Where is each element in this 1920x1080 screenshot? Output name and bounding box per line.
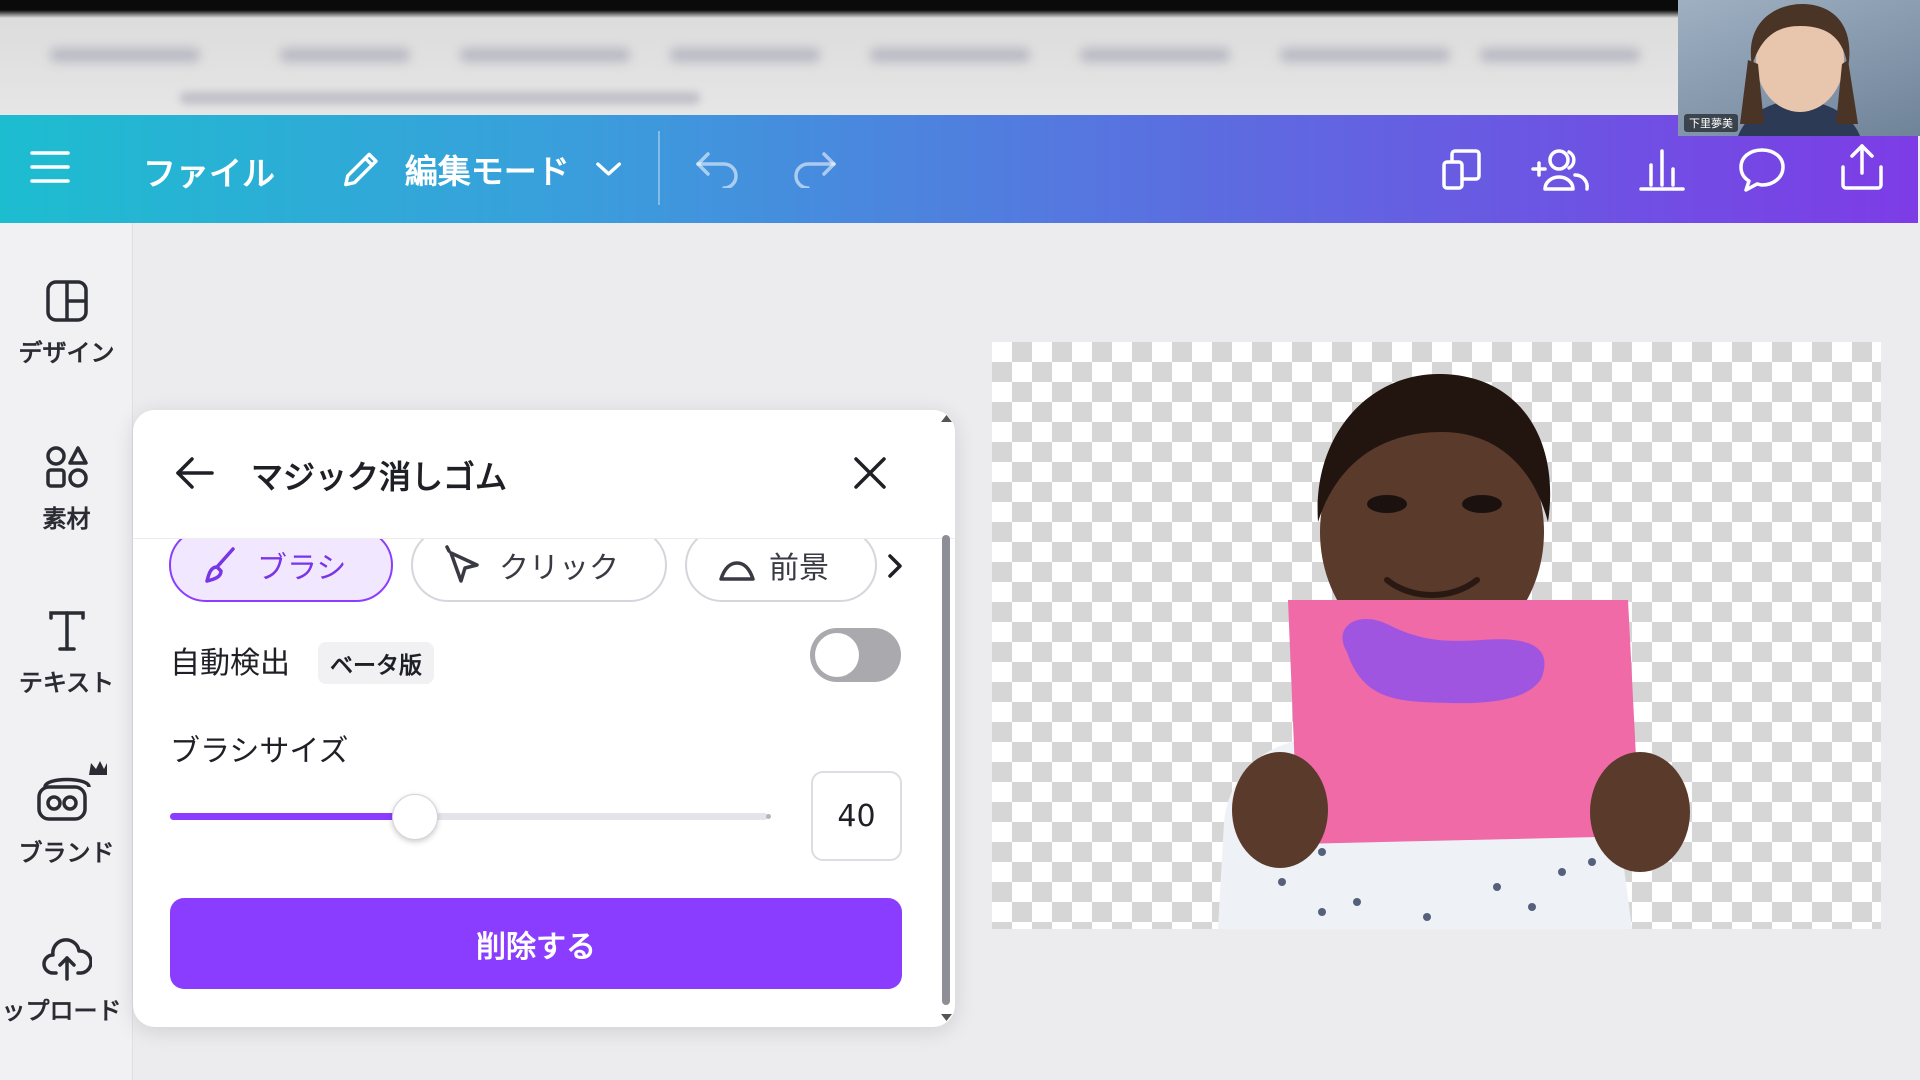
comment-bubble-icon — [1739, 148, 1785, 192]
export-share-button[interactable] — [1836, 139, 1888, 195]
bar-chart-icon — [1639, 149, 1685, 191]
hamburger-menu-icon — [30, 151, 70, 183]
chevron-right-icon — [888, 554, 902, 578]
redo-button[interactable] — [790, 143, 840, 193]
browser-url-bar-blurred — [180, 92, 700, 104]
design-layout-icon — [45, 280, 88, 322]
redo-icon — [794, 152, 836, 188]
mode-foreground-label: 前景 — [769, 551, 829, 586]
brush-size-slider-fill — [170, 813, 414, 820]
sidebar-item-label: テキスト — [18, 669, 115, 697]
resize-copy-icon — [1442, 149, 1481, 190]
elements-icon — [45, 446, 88, 488]
webcam-name-tag: 下里夢美 — [1684, 114, 1738, 132]
crown-icon — [88, 761, 107, 775]
sidebar-item-elements[interactable]: 素材 — [0, 445, 133, 534]
toggle-knob — [815, 633, 859, 677]
close-button[interactable] — [847, 450, 893, 496]
mode-click-chip[interactable]: クリック — [411, 528, 667, 602]
screen: { "toolbar": { "file_label": "ファイル", "ed… — [0, 0, 1920, 1080]
scroll-down-arrow-icon — [941, 1014, 952, 1021]
panel-header-divider — [133, 538, 955, 539]
browser-chrome — [0, 0, 1920, 115]
mode-click-label: クリック — [499, 551, 619, 586]
auto-detect-label: 自動検出 — [170, 646, 290, 681]
panel-scrollbar-thumb[interactable] — [942, 535, 950, 1005]
sidebar-item-label: 素材 — [42, 505, 91, 533]
sidebar-item-uploads[interactable]: ップロード — [0, 937, 133, 1026]
mode-foreground-chip[interactable]: 前景 — [685, 528, 877, 602]
insights-button[interactable] — [1636, 141, 1688, 197]
file-menu[interactable]: ファイル — [143, 147, 275, 195]
add-people-icon — [1531, 149, 1589, 191]
upload-cloud-icon — [41, 938, 92, 981]
sidebar-item-label: デザイン — [18, 339, 115, 367]
undo-icon — [696, 152, 738, 188]
sidebar-item-label: ブランド — [18, 839, 115, 867]
panel-title: マジック消しゴム — [251, 458, 508, 496]
sidebar-item-design[interactable]: デザイン — [0, 279, 133, 368]
sidebar-item-text[interactable]: テキスト — [0, 609, 133, 698]
upload-share-icon — [1841, 144, 1883, 190]
design-photo — [1218, 373, 1690, 929]
toolbar-divider — [658, 131, 660, 205]
text-icon — [48, 611, 85, 651]
arrow-left-icon — [176, 457, 214, 489]
brush-size-input[interactable]: 40 — [811, 771, 902, 861]
editor-toolbar: ファイル 編集モード — [0, 115, 1918, 223]
magic-eraser-panel: マジック消しゴム ブラシ クリック 前景 マジック消しゴム 自動検出 — [133, 410, 955, 1027]
pencil-icon — [344, 152, 378, 187]
back-button[interactable] — [171, 450, 217, 496]
delete-button[interactable]: 削除する — [170, 898, 902, 989]
edit-mode-dropdown[interactable]: 編集モード — [338, 141, 623, 197]
brand-icon — [36, 761, 107, 821]
browser-tabs-blurred — [0, 40, 1680, 70]
mode-brush-chip[interactable]: ブラシ — [169, 528, 393, 602]
brush-icon — [205, 547, 235, 583]
cursor-click-icon — [445, 545, 479, 583]
sidebar-item-brand[interactable]: ブランド — [0, 757, 133, 868]
brush-size-label: ブラシサイズ — [170, 734, 349, 769]
mode-brush-label: ブラシ — [257, 551, 347, 586]
resize-button[interactable] — [1436, 143, 1488, 195]
left-sidebar: デザイン 素材 テキスト ブランド ップロード — [0, 223, 133, 1080]
chevron-down-icon — [595, 162, 621, 176]
edit-mode-label: 編集モード — [404, 152, 570, 191]
beta-badge: ベータ版 — [318, 642, 434, 684]
comments-button[interactable] — [1736, 141, 1788, 197]
sidebar-item-label: ップロード — [1, 997, 122, 1025]
close-icon — [854, 457, 886, 489]
undo-button[interactable] — [692, 143, 742, 193]
scroll-up-arrow-icon — [941, 415, 952, 422]
delete-button-label: 削除する — [476, 930, 596, 964]
mode-scroll-right-button[interactable] — [877, 546, 913, 586]
slider-end-dot — [766, 814, 771, 819]
design-page[interactable] — [992, 342, 1881, 929]
menu-button[interactable] — [28, 145, 72, 189]
brush-size-slider-thumb[interactable] — [392, 794, 438, 840]
foreground-icon — [719, 561, 755, 581]
share-collaborators-button[interactable] — [1530, 141, 1592, 197]
auto-detect-toggle[interactable] — [810, 628, 901, 682]
